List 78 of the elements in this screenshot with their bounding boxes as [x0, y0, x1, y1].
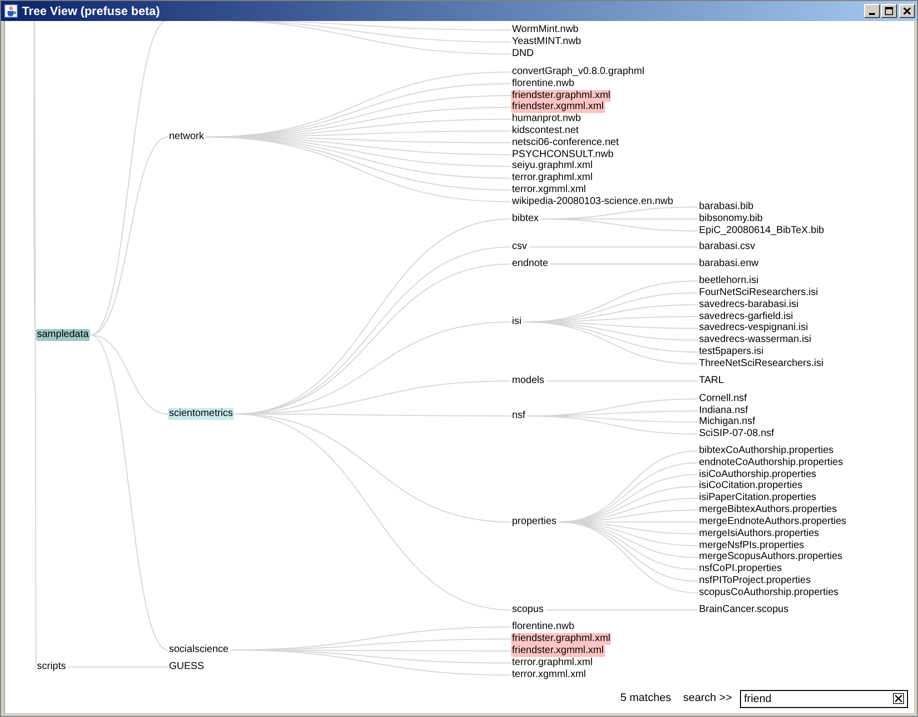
tree-node[interactable]: isi [511, 316, 522, 328]
tree-node[interactable]: barabasi.csv [698, 241, 756, 253]
maximize-icon [884, 6, 894, 16]
tree-node[interactable]: friendster.graphml.xml [511, 633, 612, 645]
tree-node[interactable]: EpiC_20080614_BibTeX.bib [698, 225, 826, 237]
tree-node[interactable]: kidscontest.net [511, 125, 580, 137]
tree-node[interactable]: savedrecs-barabasi.isi [698, 298, 800, 311]
tree-node[interactable]: BrainCancer.scopus [698, 604, 790, 616]
tree-node[interactable]: GUESS [168, 661, 206, 673]
tree-node[interactable]: scopusCoAuthorship.properties [698, 586, 840, 599]
tree-node[interactable]: friendster.graphml.xml [511, 90, 612, 102]
tree-node[interactable]: mergeScopusAuthors.properties [698, 551, 844, 564]
close-button[interactable] [899, 4, 915, 18]
tree-node[interactable]: scopus [511, 604, 545, 616]
coffee-cup-icon [4, 4, 18, 18]
clear-icon[interactable] [893, 693, 904, 704]
tree-node[interactable]: terror.graphml.xml [511, 172, 594, 184]
tree-node[interactable]: mergeEndnoteAuthors.properties [698, 516, 848, 528]
tree-node[interactable]: properties [511, 516, 558, 528]
tree-node[interactable]: ThreeNetSciResearchers.isi [698, 358, 824, 370]
minimize-icon [869, 13, 875, 15]
tree-node[interactable]: savedrecs-wasserman.isi [698, 334, 812, 346]
tree-node[interactable]: WormMint.nwb [511, 24, 580, 36]
tree-node[interactable]: SciSIP-07-08.nsf [698, 428, 776, 440]
tree-node[interactable]: wikipedia-20080103-science.en.nwb [511, 196, 674, 208]
tree-node[interactable]: models [511, 375, 546, 387]
tree-node[interactable]: florentine.nwb [511, 78, 576, 90]
tree-node[interactable]: terror.xgmml.xml [511, 669, 587, 681]
tree-node[interactable]: bibtex [511, 213, 540, 225]
tree-node[interactable]: isiPaperCitation.properties [698, 492, 818, 504]
tree-node[interactable]: seiyu.graphml.xml [511, 160, 594, 172]
tree-node[interactable]: bibsonomy.bib [698, 213, 764, 225]
tree-node[interactable]: endnoteCoAuthorship.properties [698, 456, 844, 469]
match-count: 5 matches [620, 692, 672, 704]
tree-node[interactable]: TARL [698, 375, 725, 387]
tree-node[interactable]: endnote [511, 258, 550, 270]
tree-node[interactable]: humanprot.nwb [511, 113, 582, 126]
tree-node[interactable]: terror.xgmml.xml [511, 184, 587, 196]
tree-node[interactable]: terror.graphml.xml [511, 657, 594, 669]
tree-node[interactable]: network [168, 131, 206, 143]
window-title: Tree View (prefuse beta) [22, 4, 161, 18]
tree-node[interactable]: YeastMINT.nwb [511, 36, 582, 48]
tree-node[interactable]: netsci06-conference.net [511, 136, 620, 149]
tree-node[interactable]: barabasi.bib [698, 201, 754, 213]
tree-node[interactable]: Michigan.nsf [698, 416, 756, 428]
tree-node[interactable]: savedrecs-vespignani.isi [698, 322, 809, 334]
tree-node[interactable]: Indiana.nsf [698, 405, 749, 417]
tree-node[interactable]: FourNetSciResearchers.isi [698, 286, 819, 299]
tree-node[interactable]: barabasi.enw [698, 258, 760, 270]
tree-node[interactable]: bibtexCoAuthorship.properties [698, 445, 835, 457]
minimize-button[interactable] [864, 4, 880, 18]
search-field[interactable]: friend [740, 690, 908, 708]
tree-node[interactable]: nsfPIToProject.properties [698, 575, 812, 588]
tree-node[interactable]: DND [511, 48, 535, 60]
tree-node[interactable]: friendster.xgmml.xml [511, 101, 605, 114]
tree-node[interactable]: mergeNsfPIs.properties [698, 540, 806, 552]
search-label: search >> [683, 692, 732, 704]
tree-node[interactable]: isiCoCitation.properties [698, 480, 804, 492]
tree-node[interactable]: test5papers.isi [698, 346, 764, 358]
tree-node[interactable]: scripts [36, 661, 67, 673]
tree-node[interactable]: friendster.xgmml.xml [511, 645, 605, 657]
maximize-button[interactable] [881, 4, 897, 18]
close-icon [902, 6, 912, 16]
tree-node[interactable]: csv [511, 241, 528, 253]
tree-node[interactable]: sampledata [36, 329, 90, 341]
tree-node[interactable]: beetlehorn.isi [698, 275, 760, 287]
tree-node[interactable]: scientometrics [168, 408, 234, 420]
tree-node[interactable]: mergeBibtexAuthors.properties [698, 504, 838, 516]
tree-node[interactable]: nsfCoPI.properties [698, 563, 783, 576]
tree-node[interactable]: socialscience [168, 644, 230, 656]
tree-node[interactable]: savedrecs-garfield.isi [698, 310, 794, 323]
tree-node[interactable]: convertGraph_v0.8.0.graphml [511, 66, 646, 78]
tree-node[interactable]: isiCoAuthorship.properties [698, 468, 818, 481]
tree-node[interactable]: nsf [511, 410, 526, 422]
tree-node[interactable]: Cornell.nsf [698, 393, 748, 405]
tree-node[interactable]: mergeIsiAuthors.properties [698, 528, 820, 540]
tree-node[interactable]: florentine.nwb [511, 621, 576, 633]
tree-node[interactable]: PSYCHCONSULT.nwb [511, 148, 615, 161]
